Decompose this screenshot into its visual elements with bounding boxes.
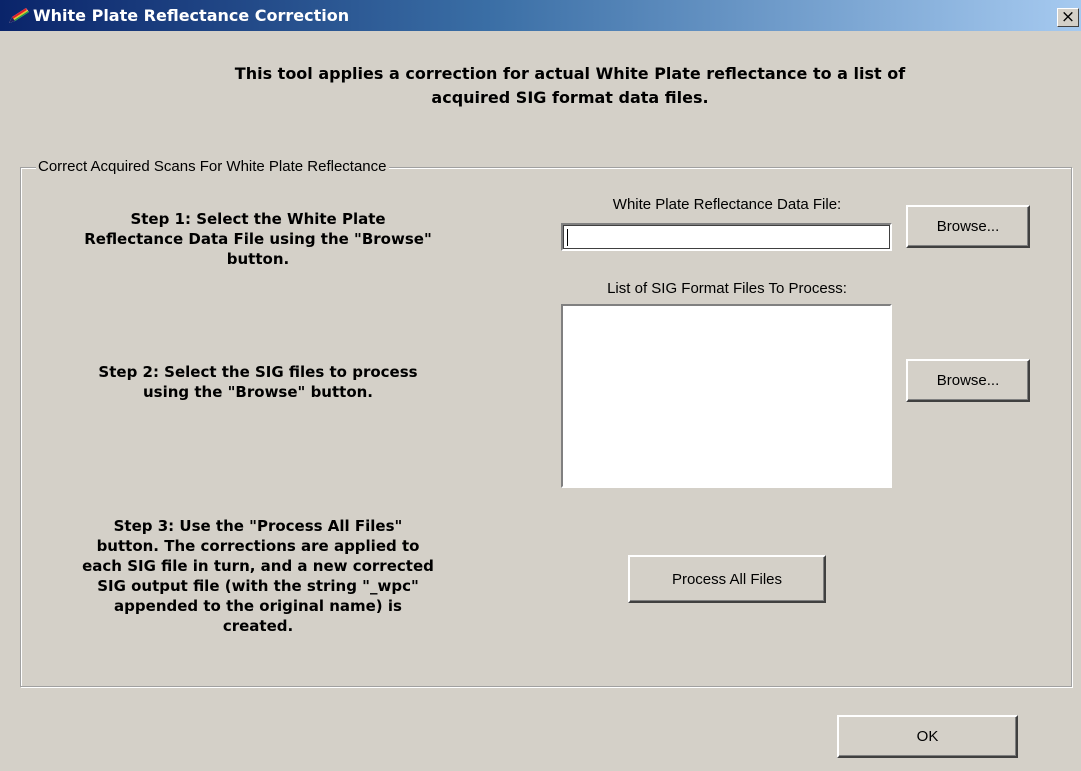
sig-files-list-label: List of SIG Format Files To Process: (607, 280, 847, 297)
white-plate-file-label: White Plate Reflectance Data File: (612, 196, 842, 213)
browse-white-plate-button[interactable]: Browse... (906, 205, 1030, 248)
ok-button[interactable]: OK (837, 715, 1018, 758)
window-title: White Plate Reflectance Correction (33, 6, 350, 25)
browse-sig-files-button[interactable]: Browse... (906, 359, 1030, 402)
step-1-instructions: Step 1: Select the White Plate Reflectan… (84, 210, 432, 268)
step-3-instructions: Step 3: Use the "Process All Files" butt… (82, 517, 434, 635)
groupbox-legend: Correct Acquired Scans For White Plate R… (36, 158, 389, 175)
sig-files-listbox[interactable] (561, 304, 892, 488)
process-all-files-button[interactable]: Process All Files (628, 555, 826, 603)
intro-text: This tool applies a correction for actua… (234, 64, 906, 107)
pencil-rainbow-icon (9, 8, 29, 23)
step-2-instructions: Step 2: Select the SIG files to process … (98, 363, 418, 401)
title-bar[interactable]: White Plate Reflectance Correction × (0, 0, 1081, 31)
white-plate-file-input[interactable] (561, 223, 892, 251)
text-caret (567, 228, 568, 246)
close-button[interactable]: × (1057, 8, 1079, 27)
close-icon: × (1060, 7, 1076, 27)
